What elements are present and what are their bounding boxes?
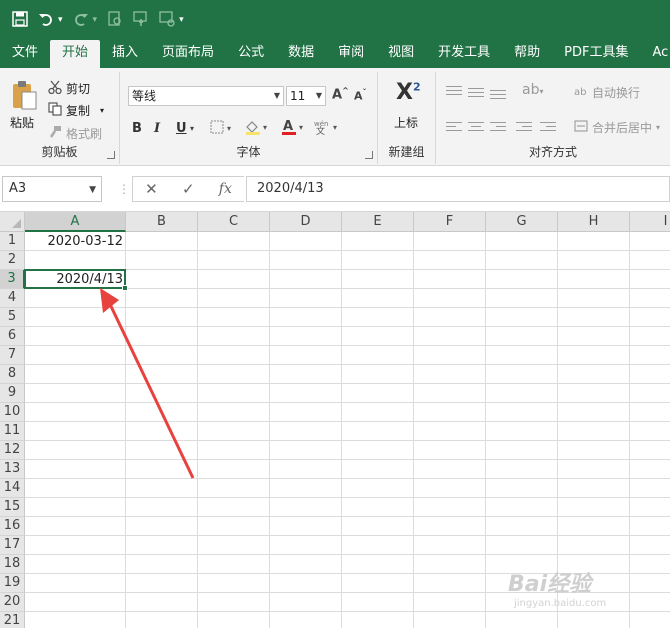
arrow-shaft xyxy=(106,299,195,479)
watermark-logo: Bai经验 xyxy=(508,572,592,597)
arrow-head xyxy=(100,288,119,313)
annotation-arrow xyxy=(100,288,195,479)
watermark-url: jingyan.baidu.com xyxy=(514,598,607,609)
